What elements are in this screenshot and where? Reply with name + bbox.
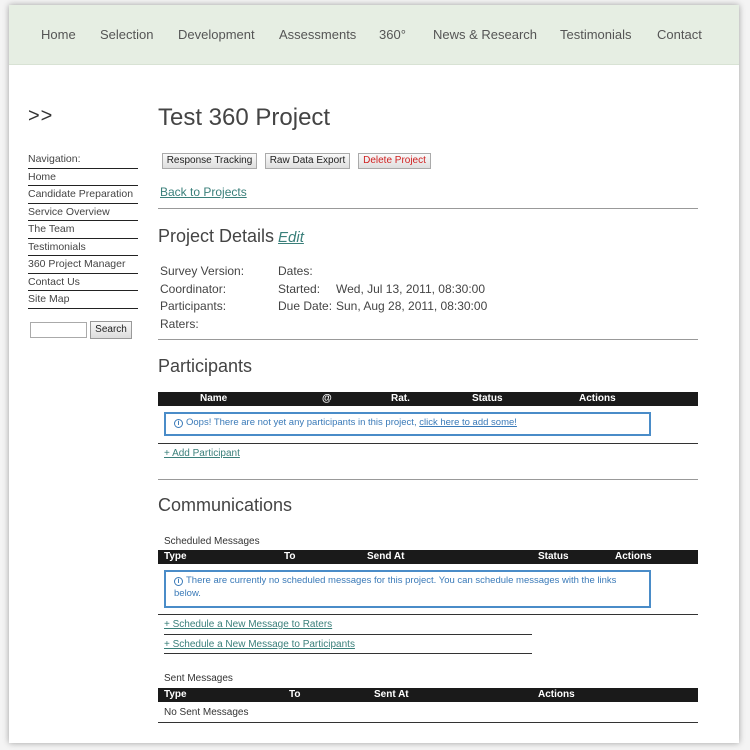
nav-assessments[interactable]: Assessments (279, 27, 356, 42)
sidebar-item-contact-us[interactable]: Contact Us (28, 274, 138, 291)
no-sent-messages: No Sent Messages (164, 707, 249, 718)
top-navigation: Home Selection Development Assessments 3… (9, 5, 739, 65)
divider (158, 208, 698, 209)
column-type: Type (164, 689, 187, 700)
project-details-title: Project Details (158, 226, 275, 246)
started-label: Started: (278, 282, 321, 296)
scheduled-messages-heading: Scheduled Messages (164, 536, 260, 547)
participants-label: Participants: (160, 299, 227, 313)
nav-selection[interactable]: Selection (100, 27, 153, 42)
project-details-heading: Project Details Edit (158, 226, 304, 247)
column-name: Name (200, 393, 228, 404)
due-date-value: Sun, Aug 28, 2011, 08:30:00 (336, 299, 488, 313)
participants-heading: Participants (158, 356, 253, 376)
raters-label: Raters: (160, 317, 199, 331)
response-tracking-button[interactable]: Response Tracking (162, 153, 257, 169)
participants-table-header: Name @ Rat. Status Actions (158, 392, 698, 406)
logo[interactable]: >> (28, 105, 53, 128)
communications-heading: Communications (158, 495, 293, 515)
column-status: Status (538, 551, 569, 562)
search-button[interactable]: Search (90, 321, 132, 339)
nav-contact[interactable]: Contact (657, 27, 702, 42)
sidebar-item-site-map[interactable]: Site Map (28, 291, 138, 309)
table-bottom-line (158, 722, 698, 723)
coordinator-label: Coordinator: (160, 282, 227, 296)
delete-project-button[interactable]: Delete Project (358, 153, 431, 169)
column-raters: Rat. (391, 393, 410, 404)
raw-data-export-button[interactable]: Raw Data Export (265, 153, 350, 169)
edit-project-link[interactable]: Edit (278, 229, 304, 246)
table-bottom-line (158, 614, 698, 615)
column-actions: Actions (579, 393, 616, 404)
column-email: @ (322, 393, 332, 404)
nav-development[interactable]: Development (178, 27, 255, 42)
scheduled-table-header: Type To Send At Status Actions (158, 550, 698, 564)
page-frame: Home Selection Development Assessments 3… (0, 0, 750, 750)
column-actions: Actions (538, 689, 575, 700)
back-to-projects-link[interactable]: Back to Projects (160, 185, 247, 199)
survey-version-label: Survey Version: (160, 264, 245, 278)
sidebar-item-360-project-manager[interactable]: 360 Project Manager (28, 256, 138, 274)
column-to: To (289, 689, 301, 700)
started-value: Wed, Jul 13, 2011, 08:30:00 (336, 282, 485, 296)
due-date-label: Due Date: (278, 299, 333, 313)
column-status: Status (472, 393, 503, 404)
sidebar-item-candidate-preparation[interactable]: Candidate Preparation (28, 186, 138, 204)
sidebar-item-service-overview[interactable]: Service Overview (28, 204, 138, 221)
add-participant-link[interactable]: + Add Participant (164, 448, 240, 459)
sent-messages-heading: Sent Messages (164, 673, 233, 684)
table-bottom-line (158, 443, 698, 444)
add-some-link[interactable]: click here to add some! (419, 417, 517, 428)
nav-360[interactable]: 360° (379, 27, 406, 42)
schedule-participants-link[interactable]: + Schedule a New Message to Participants (164, 639, 355, 650)
column-actions: Actions (615, 551, 652, 562)
info-icon: i (174, 577, 183, 586)
sent-table-header: Type To Sent At Actions (158, 688, 698, 702)
no-participants-notice: i Oops! There are not yet any participant… (164, 412, 651, 436)
sidebar-item-the-team[interactable]: The Team (28, 221, 138, 239)
page: Home Selection Development Assessments 3… (9, 5, 739, 743)
sidebar-navigation: Navigation: Home Candidate Preparation S… (28, 151, 138, 309)
column-type: Type (164, 551, 187, 562)
dates-label: Dates: (278, 264, 313, 278)
schedule-raters-link[interactable]: + Schedule a New Message to Raters (164, 619, 332, 630)
sidebar-heading: Navigation: (28, 151, 138, 169)
no-scheduled-messages-notice: i There are currently no scheduled messag… (164, 570, 651, 608)
column-send-at: Send At (367, 551, 405, 562)
search-input[interactable] (30, 322, 87, 338)
notice-text: There are currently no scheduled message… (174, 575, 617, 599)
column-sent-at: Sent At (374, 689, 409, 700)
divider (158, 479, 698, 480)
sidebar-item-testimonials[interactable]: Testimonials (28, 239, 138, 256)
sidebar-item-home[interactable]: Home (28, 169, 138, 186)
link-divider (164, 634, 532, 635)
nav-home[interactable]: Home (41, 27, 76, 42)
link-divider (164, 653, 532, 654)
nav-news-research[interactable]: News & Research (433, 27, 537, 42)
page-title: Test 360 Project (158, 104, 331, 131)
info-icon: i (174, 419, 183, 428)
notice-text: Oops! There are not yet any participants… (186, 417, 420, 428)
column-to: To (284, 551, 296, 562)
nav-testimonials[interactable]: Testimonials (560, 27, 632, 42)
divider (158, 339, 698, 340)
